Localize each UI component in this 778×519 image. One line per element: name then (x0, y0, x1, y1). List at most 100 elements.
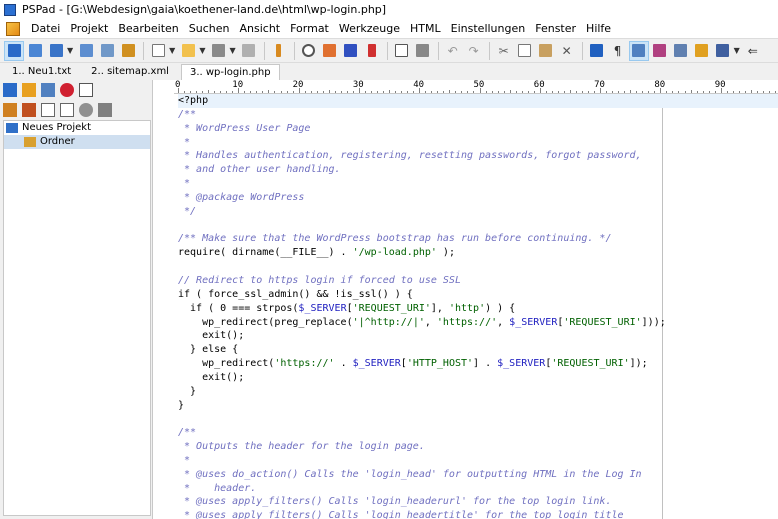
document-menu-icon[interactable] (6, 21, 20, 36)
code-line[interactable]: exit(); (178, 371, 778, 385)
code-line[interactable]: * (178, 454, 778, 468)
open-file-button[interactable] (178, 41, 198, 61)
code-line[interactable]: } else { (178, 343, 778, 357)
ruler-mark (268, 90, 270, 93)
code-line[interactable]: * Handles authentication, registering, r… (178, 149, 778, 163)
add-folder-icon[interactable] (3, 103, 17, 117)
tree-item-folder[interactable]: Ordner (4, 135, 150, 149)
copy-project-button[interactable] (25, 41, 45, 61)
new-file-button[interactable] (148, 41, 168, 61)
tools-button[interactable] (650, 41, 670, 61)
project-tools-button[interactable] (118, 41, 138, 61)
menu-einstellungen[interactable]: Einstellungen (446, 19, 531, 38)
code-line[interactable]: * (178, 136, 778, 150)
redo-button[interactable]: ↷ (464, 41, 484, 61)
code-line[interactable]: * and other user handling. (178, 163, 778, 177)
code-line[interactable]: } (178, 399, 778, 413)
column-mode-button[interactable] (628, 40, 649, 61)
code-line[interactable]: * WordPress User Page (178, 122, 778, 136)
ruler-mark (383, 91, 385, 93)
menu-projekt[interactable]: Projekt (65, 19, 113, 38)
project-settings-button[interactable] (76, 41, 96, 61)
replace-button[interactable] (320, 41, 340, 61)
code-line[interactable]: /** Make sure that the WordPress bootstr… (178, 232, 778, 246)
save-button[interactable] (208, 41, 228, 61)
project-files-button[interactable] (46, 41, 66, 61)
code-line[interactable] (178, 219, 778, 233)
code-line[interactable]: wp_redirect('https://' . $_SERVER['HTTP_… (178, 357, 778, 371)
tab-sitemap[interactable]: 2.. sitemap.xml (83, 64, 177, 80)
save-all-button[interactable] (239, 41, 259, 61)
code-line[interactable]: if ( force_ssl_admin() && !is_ssl() ) { (178, 288, 778, 302)
tab-neu1[interactable]: 1.. Neu1.txt (4, 64, 79, 80)
menu-werkzeuge[interactable]: Werkzeuge (334, 19, 405, 38)
dropdown-arrow-icon[interactable]: ▼ (734, 46, 740, 55)
info-icon[interactable] (79, 103, 93, 117)
tab-wp-login[interactable]: 3.. wp-login.php (180, 64, 280, 80)
folder-outline-icon[interactable] (60, 103, 74, 117)
dropdown-arrow-icon[interactable]: ▼ (67, 46, 73, 55)
code-line[interactable] (178, 412, 778, 426)
brackets-button[interactable] (341, 41, 361, 61)
delete-button[interactable]: ✕ (557, 41, 577, 61)
code-line[interactable] (178, 260, 778, 274)
code-line[interactable]: * @package WordPress (178, 191, 778, 205)
new-folder-icon[interactable] (41, 103, 55, 117)
code-line[interactable]: require( dirname(__FILE__) . '/wp-load.p… (178, 246, 778, 260)
code-line[interactable]: } (178, 385, 778, 399)
menu-hilfe[interactable]: Hilfe (581, 19, 616, 38)
ruler-mark (250, 91, 252, 93)
menu-format[interactable]: Format (285, 19, 334, 38)
window-icon[interactable] (79, 83, 93, 97)
code-line[interactable]: /** (178, 108, 778, 122)
favorites-heart-icon[interactable] (60, 83, 74, 97)
format-button[interactable] (587, 41, 607, 61)
code-line[interactable]: // Redirect to https login if forced to … (178, 274, 778, 288)
dropdown-arrow-icon[interactable]: ▼ (199, 46, 205, 55)
word-wrap-button[interactable] (671, 41, 691, 61)
code-line[interactable]: if ( 0 === strpos($_SERVER['REQUEST_URI'… (178, 302, 778, 316)
tree-item-project[interactable]: Neues Projekt (4, 121, 150, 135)
menu-bearbeiten[interactable]: Bearbeiten (113, 19, 183, 38)
code-line[interactable]: * (178, 177, 778, 191)
bookmark-button[interactable] (269, 41, 289, 61)
menu-ansicht[interactable]: Ansicht (234, 19, 285, 38)
log-button[interactable] (97, 41, 117, 61)
show-specials-button[interactable]: ¶ (608, 41, 628, 61)
menu-datei[interactable]: Datei (26, 19, 65, 38)
wrench-icon[interactable] (98, 103, 112, 117)
remove-folder-icon[interactable] (22, 103, 36, 117)
undo-button[interactable]: ↶ (443, 41, 463, 61)
menu-suchen[interactable]: Suchen (184, 19, 235, 38)
code-line[interactable]: * @uses apply_filters() Calls 'login_hea… (178, 509, 778, 519)
open-project-button[interactable] (4, 40, 24, 61)
read-only-button[interactable] (692, 41, 712, 61)
code-line[interactable]: wp_redirect(preg_replace('|^http://|', '… (178, 316, 778, 330)
code-line[interactable]: * @uses apply_filters() Calls 'login_hea… (178, 495, 778, 509)
code-line[interactable]: exit(); (178, 329, 778, 343)
code-line[interactable]: /** (178, 426, 778, 440)
preview-button[interactable] (392, 41, 412, 61)
copy-button[interactable] (515, 41, 535, 61)
open-files-icon[interactable] (22, 83, 36, 97)
code-content[interactable]: <?php /** * WordPress User Page * * Handl… (178, 94, 778, 519)
dropdown-arrow-icon[interactable]: ▼ (169, 46, 175, 55)
cut-button[interactable]: ✂ (494, 41, 514, 61)
code-line[interactable]: <?php (178, 94, 778, 108)
search-button[interactable] (299, 41, 319, 61)
dropdown-arrow-icon[interactable]: ▼ (229, 46, 235, 55)
menu-fenster[interactable]: Fenster (530, 19, 581, 38)
code-line[interactable]: * header. (178, 482, 778, 496)
code-line[interactable]: * @uses do_action() Calls the 'login_hea… (178, 468, 778, 482)
back-button[interactable]: ⇐ (743, 41, 763, 61)
folder-open-icon (181, 44, 195, 57)
menu-html[interactable]: HTML (405, 19, 446, 38)
project-files-icon[interactable] (3, 83, 17, 97)
file-compare-button[interactable] (362, 41, 382, 61)
code-line[interactable]: * Outputs the header for the login page. (178, 440, 778, 454)
explorer-icon[interactable] (41, 83, 55, 97)
spell-check-button[interactable] (713, 41, 733, 61)
paste-button[interactable] (536, 41, 556, 61)
print-button[interactable] (413, 41, 433, 61)
code-line[interactable]: */ (178, 205, 778, 219)
